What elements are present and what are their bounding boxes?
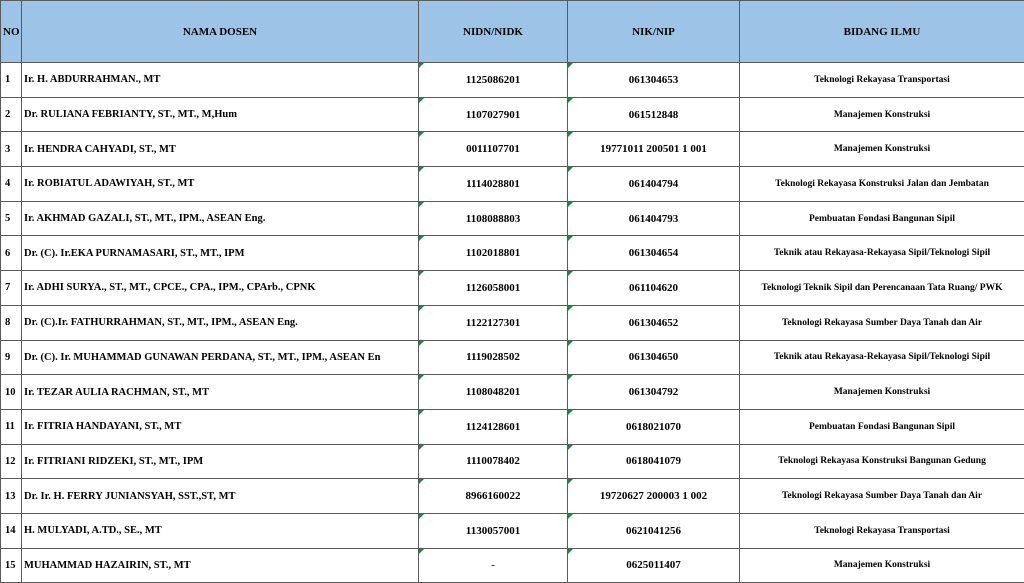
cell-no[interactable]: 8	[1, 305, 22, 340]
table-row: 1Ir. H. ABDURRAHMAN., MT1125086201061304…	[1, 63, 1024, 98]
table-row: 6Dr. (C). Ir.EKA PURNAMASARI, ST., MT., …	[1, 236, 1024, 271]
table-row: 5Ir. AKHMAD GAZALI, ST., MT., IPM., ASEA…	[1, 201, 1024, 236]
cell-nidn-nidk[interactable]: 1130057001	[419, 513, 568, 548]
cell-bidang-ilmu[interactable]: Pembuatan Fondasi Bangunan Sipil	[740, 409, 1024, 444]
cell-nik-nip[interactable]: 0625011407	[568, 548, 740, 583]
cell-nama-dosen[interactable]: Ir. FITRIA HANDAYANI, ST., MT	[22, 409, 419, 444]
cell-no[interactable]: 15	[1, 548, 22, 583]
cell-nik-nip[interactable]: 19720627 200003 1 002	[568, 479, 740, 514]
cell-bidang-ilmu[interactable]: Manajemen Konstruksi	[740, 132, 1024, 167]
table-row: 12Ir. FITRIANI RIDZEKI, ST., MT., IPM111…	[1, 444, 1024, 479]
cell-bidang-ilmu[interactable]: Teknik atau Rekayasa-Rekayasa Sipil/Tekn…	[740, 236, 1024, 271]
cell-nidn-nidk[interactable]: 1126058001	[419, 271, 568, 306]
cell-nidn-nidk[interactable]: 8966160022	[419, 479, 568, 514]
cell-nama-dosen[interactable]: Dr. Ir. H. FERRY JUNIANSYAH, SST.,ST, MT	[22, 479, 419, 514]
cell-nik-nip[interactable]: 061304650	[568, 340, 740, 375]
cell-bidang-ilmu[interactable]: Teknologi Rekayasa Konstruksi Jalan dan …	[740, 167, 1024, 202]
header-nidn-nidk[interactable]: NIDN/NIDK	[419, 1, 568, 63]
cell-nik-nip[interactable]: 0618021070	[568, 409, 740, 444]
cell-nik-nip[interactable]: 061104620	[568, 271, 740, 306]
cell-nidn-nidk[interactable]: 1122127301	[419, 305, 568, 340]
table-row: 2Dr. RULIANA FEBRIANTY, ST., MT., M,Hum1…	[1, 97, 1024, 132]
cell-nik-nip[interactable]: 061304792	[568, 375, 740, 410]
lecturer-table: NO NAMA DOSEN NIDN/NIDK NIK/NIP BIDANG I…	[0, 0, 1024, 583]
table-row: 11Ir. FITRIA HANDAYANI, ST., MT112412860…	[1, 409, 1024, 444]
cell-no[interactable]: 7	[1, 271, 22, 306]
cell-nama-dosen[interactable]: Ir. H. ABDURRAHMAN., MT	[22, 63, 419, 98]
cell-no[interactable]: 3	[1, 132, 22, 167]
table-row: 8Dr. (C).Ir. FATHURRAHMAN, ST., MT., IPM…	[1, 305, 1024, 340]
cell-no[interactable]: 9	[1, 340, 22, 375]
cell-nidn-nidk[interactable]: 1102018801	[419, 236, 568, 271]
cell-no[interactable]: 13	[1, 479, 22, 514]
header-no[interactable]: NO	[1, 1, 22, 63]
cell-no[interactable]: 12	[1, 444, 22, 479]
cell-nidn-nidk[interactable]: 1124128601	[419, 409, 568, 444]
cell-no[interactable]: 4	[1, 167, 22, 202]
cell-nik-nip[interactable]: 061512848	[568, 97, 740, 132]
cell-nik-nip[interactable]: 061304654	[568, 236, 740, 271]
cell-nik-nip[interactable]: 061404793	[568, 201, 740, 236]
cell-nama-dosen[interactable]: Ir. AKHMAD GAZALI, ST., MT., IPM., ASEAN…	[22, 201, 419, 236]
cell-no[interactable]: 14	[1, 513, 22, 548]
lecturer-spreadsheet: NO NAMA DOSEN NIDN/NIDK NIK/NIP BIDANG I…	[0, 0, 1024, 582]
cell-nik-nip[interactable]: 061304653	[568, 63, 740, 98]
cell-nik-nip[interactable]: 0618041079	[568, 444, 740, 479]
cell-nama-dosen[interactable]: MUHAMMAD HAZAIRIN, ST., MT	[22, 548, 419, 583]
cell-nik-nip[interactable]: 0621041256	[568, 513, 740, 548]
cell-nik-nip[interactable]: 061304652	[568, 305, 740, 340]
cell-no[interactable]: 10	[1, 375, 22, 410]
table-row: 3Ir. HENDRA CAHYADI, ST., MT001110770119…	[1, 132, 1024, 167]
header-row: NO NAMA DOSEN NIDN/NIDK NIK/NIP BIDANG I…	[1, 1, 1024, 63]
table-row: 13Dr. Ir. H. FERRY JUNIANSYAH, SST.,ST, …	[1, 479, 1024, 514]
cell-bidang-ilmu[interactable]: Teknik atau Rekayasa-Rekayasa Sipil/Tekn…	[740, 340, 1024, 375]
table-row: 7Ir. ADHI SURYA., ST., MT., CPCE., CPA.,…	[1, 271, 1024, 306]
cell-bidang-ilmu[interactable]: Teknologi Rekayasa Transportasi	[740, 513, 1024, 548]
cell-bidang-ilmu[interactable]: Manajemen Konstruksi	[740, 97, 1024, 132]
cell-nidn-nidk[interactable]: 1125086201	[419, 63, 568, 98]
cell-bidang-ilmu[interactable]: Pembuatan Fondasi Bangunan Sipil	[740, 201, 1024, 236]
cell-nama-dosen[interactable]: Dr. (C). Ir.EKA PURNAMASARI, ST., MT., I…	[22, 236, 419, 271]
cell-bidang-ilmu[interactable]: Manajemen Konstruksi	[740, 375, 1024, 410]
cell-no[interactable]: 5	[1, 201, 22, 236]
cell-bidang-ilmu[interactable]: Teknologi Rekayasa Konstruksi Bangunan G…	[740, 444, 1024, 479]
cell-nik-nip[interactable]: 061404794	[568, 167, 740, 202]
table-body: 1Ir. H. ABDURRAHMAN., MT1125086201061304…	[1, 63, 1024, 583]
cell-nidn-nidk[interactable]: 1108048201	[419, 375, 568, 410]
cell-nidn-nidk[interactable]: -	[419, 548, 568, 583]
cell-bidang-ilmu[interactable]: Manajemen Konstruksi	[740, 548, 1024, 583]
cell-nama-dosen[interactable]: Dr. (C).Ir. FATHURRAHMAN, ST., MT., IPM.…	[22, 305, 419, 340]
cell-nama-dosen[interactable]: Ir. ADHI SURYA., ST., MT., CPCE., CPA., …	[22, 271, 419, 306]
table-row: 9Dr. (C). Ir. MUHAMMAD GUNAWAN PERDANA, …	[1, 340, 1024, 375]
cell-bidang-ilmu[interactable]: Teknologi Rekayasa Transportasi	[740, 63, 1024, 98]
table-row: 14H. MULYADI, A.TD., SE., MT113005700106…	[1, 513, 1024, 548]
cell-no[interactable]: 1	[1, 63, 22, 98]
header-nik-nip[interactable]: NIK/NIP	[568, 1, 740, 63]
cell-nama-dosen[interactable]: Ir. HENDRA CAHYADI, ST., MT	[22, 132, 419, 167]
header-nama-dosen[interactable]: NAMA DOSEN	[22, 1, 419, 63]
cell-bidang-ilmu[interactable]: Teknologi Rekayasa Sumber Daya Tanah dan…	[740, 305, 1024, 340]
cell-bidang-ilmu[interactable]: Teknologi Rekayasa Sumber Daya Tanah dan…	[740, 479, 1024, 514]
cell-nidn-nidk[interactable]: 1110078402	[419, 444, 568, 479]
cell-nik-nip[interactable]: 19771011 200501 1 001	[568, 132, 740, 167]
cell-nama-dosen[interactable]: Ir. TEZAR AULIA RACHMAN, ST., MT	[22, 375, 419, 410]
cell-no[interactable]: 11	[1, 409, 22, 444]
cell-bidang-ilmu[interactable]: Teknologi Teknik Sipil dan Perencanaan T…	[740, 271, 1024, 306]
cell-no[interactable]: 6	[1, 236, 22, 271]
cell-no[interactable]: 2	[1, 97, 22, 132]
cell-nama-dosen[interactable]: Dr. RULIANA FEBRIANTY, ST., MT., M,Hum	[22, 97, 419, 132]
cell-nidn-nidk[interactable]: 1119028502	[419, 340, 568, 375]
cell-nidn-nidk[interactable]: 1108088803	[419, 201, 568, 236]
cell-nidn-nidk[interactable]: 1114028801	[419, 167, 568, 202]
header-bidang-ilmu[interactable]: BIDANG ILMU	[740, 1, 1024, 63]
cell-nidn-nidk[interactable]: 1107027901	[419, 97, 568, 132]
cell-nama-dosen[interactable]: Ir. FITRIANI RIDZEKI, ST., MT., IPM	[22, 444, 419, 479]
table-row: 4Ir. ROBIATUL ADAWIYAH, ST., MT111402880…	[1, 167, 1024, 202]
table-row: 15MUHAMMAD HAZAIRIN, ST., MT-0625011407M…	[1, 548, 1024, 583]
cell-nama-dosen[interactable]: Dr. (C). Ir. MUHAMMAD GUNAWAN PERDANA, S…	[22, 340, 419, 375]
cell-nama-dosen[interactable]: Ir. ROBIATUL ADAWIYAH, ST., MT	[22, 167, 419, 202]
cell-nama-dosen[interactable]: H. MULYADI, A.TD., SE., MT	[22, 513, 419, 548]
cell-nidn-nidk[interactable]: 0011107701	[419, 132, 568, 167]
table-row: 10Ir. TEZAR AULIA RACHMAN, ST., MT110804…	[1, 375, 1024, 410]
